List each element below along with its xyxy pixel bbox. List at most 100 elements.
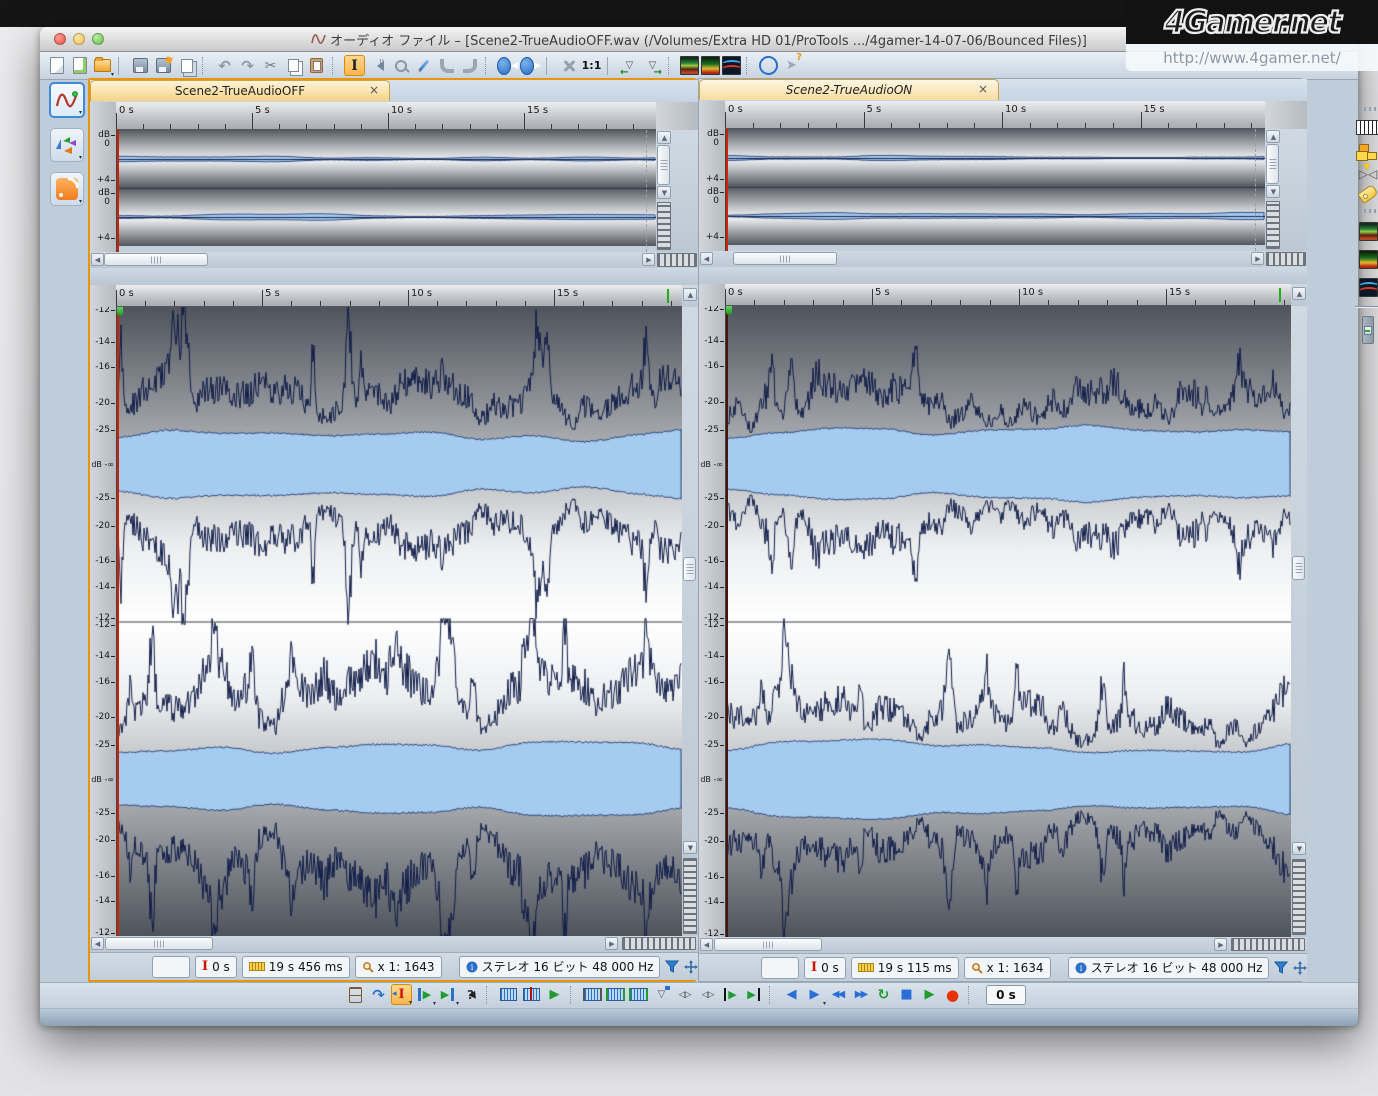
loop-region-a-icon[interactable]	[582, 984, 603, 1005]
level-view-thumbnail[interactable]	[1358, 222, 1378, 241]
status-audio-format[interactable]: i ステレオ 16 ビット 48 000 Hz	[458, 955, 661, 978]
overview-wave-area[interactable]	[725, 129, 1266, 251]
main-wave-area[interactable]	[116, 307, 683, 936]
copy-icon[interactable]	[283, 55, 304, 76]
context-help-icon[interactable]: ➤	[781, 52, 802, 76]
wave-editor-workspace-button[interactable]: ▾	[49, 82, 85, 118]
status-cursor-position[interactable]: I0 s	[195, 955, 237, 978]
record-icon[interactable]: ●	[942, 984, 963, 1005]
close-window-button[interactable]	[54, 33, 66, 45]
scroll-up-button[interactable]: ▲	[1266, 130, 1281, 143]
vertical-zoom-control[interactable]	[1292, 859, 1307, 935]
main-ruler[interactable]: 0 s 5 s 10 s 15 s	[116, 285, 683, 307]
status-zoom[interactable]: x 1: 1634	[963, 956, 1051, 979]
podcast-workspace-button[interactable]: ▾	[50, 172, 84, 206]
overview-ruler[interactable]: 0 s 5 s 10 s 15 s	[725, 101, 1266, 129]
horizontal-zoom-control[interactable]	[1231, 938, 1306, 951]
scroll-down-button[interactable]: ▼	[1292, 842, 1307, 855]
nav-forward-icon[interactable]: ▶	[520, 55, 541, 76]
play-selection-icon[interactable]: ▶	[544, 984, 565, 1005]
new-file-icon[interactable]	[46, 55, 67, 76]
overview-vscrollbar[interactable]: ▲ ▼	[656, 130, 699, 252]
status-duration[interactable]: 19 s 115 ms	[850, 956, 959, 979]
render-copy-icon[interactable]	[176, 55, 197, 76]
scroll-up-button[interactable]: ▲	[657, 131, 672, 144]
start-marker[interactable]	[726, 306, 732, 315]
vertical-zoom-control[interactable]	[1266, 201, 1281, 249]
crossfade-bowtie-icon[interactable]: ▷◁	[1359, 162, 1377, 180]
status-duration[interactable]: 19 s 456 ms	[241, 955, 350, 978]
main-vscroll-top[interactable]: ▲	[1291, 284, 1308, 306]
start-marker[interactable]	[117, 307, 123, 316]
rail-grip-handle[interactable]	[1359, 107, 1377, 111]
undo-icon[interactable]: ↶	[214, 55, 235, 76]
skip-bowtie-left-icon[interactable]: ◁▷	[674, 984, 695, 1005]
scroll-down-button[interactable]: ▼	[1266, 185, 1281, 198]
go-to-start-icon[interactable]: ◀	[781, 984, 802, 1005]
jet-scroll-icon[interactable]	[558, 55, 579, 76]
play-from-start-icon[interactable]: ▶	[720, 984, 741, 1005]
close-tab-icon[interactable]: ×	[369, 83, 379, 97]
flowchart-icon[interactable]	[1358, 144, 1378, 160]
scroll-right-button[interactable]: ▶	[642, 253, 656, 266]
transport-time-display[interactable]: 0 s	[986, 984, 1026, 1005]
overview-hscrollbar[interactable]: ◀ ▶	[699, 251, 1266, 267]
playback-help-icon[interactable]: ?	[460, 984, 481, 1005]
nav-back-icon[interactable]: ◀	[497, 55, 518, 76]
pane-splitter[interactable]	[699, 267, 1308, 284]
scroll-right-button[interactable]: ▶	[605, 937, 619, 950]
overview-vscrollbar[interactable]: ▲ ▼	[1265, 129, 1308, 251]
label-tag-icon[interactable]	[1357, 183, 1378, 205]
move-cross-icon[interactable]	[1293, 960, 1308, 975]
fast-forward-icon[interactable]: ▶▶	[850, 984, 871, 1005]
kicker-left-tool-icon[interactable]	[436, 55, 457, 76]
play-from-cursor-icon[interactable]: ▶ ▾	[414, 984, 436, 1007]
vertical-zoom-control[interactable]	[657, 202, 672, 250]
overview-waveform-canvas[interactable]	[117, 130, 656, 246]
scroll-down-button[interactable]: ▼	[657, 186, 672, 199]
scroll-right-button[interactable]: ▶	[1251, 252, 1265, 265]
play-selection-wave-icon[interactable]	[498, 984, 519, 1005]
vscroll-thumb[interactable]	[657, 145, 671, 185]
audio-range-refresh-icon[interactable]: ↷	[368, 984, 389, 1005]
main-ruler[interactable]: 0 s 5 s 10 s 15 s	[725, 284, 1292, 306]
scroll-up-button[interactable]: ▲	[1292, 287, 1307, 300]
main-hscrollbar[interactable]: ◀ ▶	[699, 937, 1308, 953]
skip-bowtie-right-icon[interactable]: ◁▷	[697, 984, 718, 1005]
scroll-down-button[interactable]: ▼	[683, 841, 698, 854]
horizontal-zoom-control[interactable]	[1266, 252, 1307, 266]
marker-drop-left-icon[interactable]: ▽	[619, 55, 640, 78]
save-as-icon[interactable]	[153, 55, 174, 76]
close-tab-icon[interactable]: ×	[978, 82, 988, 96]
main-vscrollbar[interactable]: ▼	[682, 307, 699, 936]
minimize-window-button[interactable]	[73, 33, 85, 45]
hscroll-thumb[interactable]	[104, 253, 208, 266]
overview-waveform-canvas[interactable]	[726, 129, 1265, 245]
overview-hscrollbar[interactable]: ◀ ▶	[90, 252, 657, 268]
horizontal-zoom-control[interactable]	[657, 253, 698, 267]
horizontal-zoom-control[interactable]	[622, 937, 697, 950]
main-wave-area[interactable]	[725, 306, 1292, 937]
status-audio-format[interactable]: i ステレオ 16 ビット 48 000 Hz	[1067, 956, 1270, 979]
play-icon[interactable]: ▶	[919, 984, 940, 1005]
zoom-1-1-icon[interactable]: 1:1	[581, 55, 602, 76]
overview-ruler[interactable]: 0 s5 s10 s15 s20	[116, 102, 657, 130]
edit-cursor-tool-icon[interactable]: I	[344, 55, 365, 76]
hscroll-thumb[interactable]	[105, 937, 213, 950]
scroll-left-button[interactable]: ◀	[700, 252, 713, 265]
pencil-tool-icon[interactable]	[413, 55, 434, 76]
paste-icon[interactable]	[306, 55, 327, 76]
filter-funnel-icon[interactable]	[1274, 961, 1289, 974]
scroll-left-button[interactable]: ◀	[91, 937, 104, 950]
playback-cursor-tool-icon[interactable]: I▾	[391, 984, 412, 1006]
vscroll-thumb[interactable]	[1292, 556, 1306, 580]
hscroll-thumb[interactable]	[714, 938, 822, 951]
go-to-end-icon[interactable]: ▶ ▾	[804, 984, 827, 1007]
status-zoom[interactable]: x 1: 1643	[354, 955, 442, 978]
rewind-icon[interactable]: ◀◀	[827, 984, 848, 1005]
save-icon[interactable]	[130, 55, 151, 76]
shuttle-drawer-icon[interactable]	[345, 984, 366, 1005]
zoom-tool-icon[interactable]	[390, 55, 411, 76]
marker-drop-right-icon[interactable]: ▽	[642, 55, 663, 78]
play-skip-selection-icon[interactable]	[521, 984, 542, 1005]
